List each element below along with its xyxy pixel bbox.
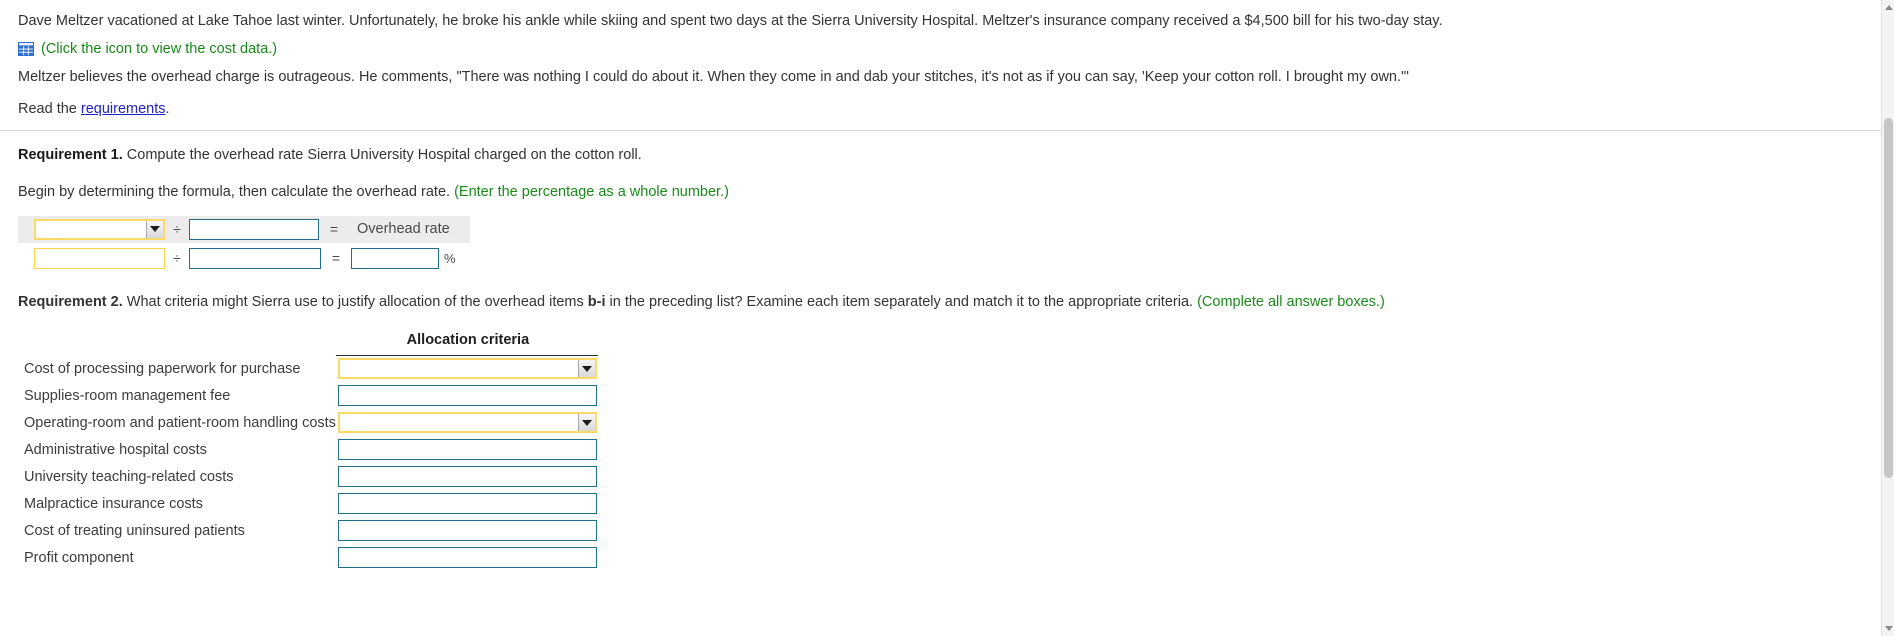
- table-row: Operating-room and patient-room handling…: [18, 409, 598, 436]
- table-row: Administrative hospital costs: [18, 436, 598, 463]
- row-input-cell-1: [336, 382, 598, 409]
- criteria-input-5[interactable]: [337, 493, 597, 515]
- read-suffix-text: .: [165, 100, 170, 117]
- table-row: Cost of processing paperwork for purchas…: [18, 355, 598, 382]
- header-spacer-cell: [18, 328, 336, 355]
- row-label-operating-room-handling-costs: Operating-room and patient-room handling…: [24, 414, 336, 431]
- read-prefix-text: Read the: [18, 100, 81, 117]
- requirement-2-note: (Complete all answer boxes.): [1197, 293, 1385, 310]
- read-requirements-line: Read the requirements.: [18, 98, 1876, 120]
- table-row: Cost of treating uninsured patients: [18, 517, 598, 544]
- formula-row-labels: ÷ = Overhead rate: [18, 215, 470, 243]
- numerator-amount-input[interactable]: [34, 247, 165, 269]
- row-input-cell-4: [336, 463, 598, 490]
- allocation-criteria-column-header: Allocation criteria: [335, 328, 598, 356]
- allocation-table-header-row: Allocation criteria: [18, 328, 598, 356]
- cost-data-link-row[interactable]: (Click the icon to view the cost data.): [18, 41, 1876, 57]
- requirement-2-label: Requirement 2.: [18, 293, 123, 310]
- chevron-down-icon[interactable]: [577, 414, 595, 432]
- criteria-input-4[interactable]: [337, 466, 597, 488]
- instruction-note: (Enter the percentage as a whole number.…: [454, 184, 729, 201]
- numerator-formula-value[interactable]: [36, 220, 146, 238]
- table-row: University teaching-related costs: [18, 463, 598, 490]
- row-label-university-teaching-related-costs: University teaching-related costs: [24, 468, 234, 485]
- denominator-formula-input[interactable]: [189, 218, 319, 240]
- row-label-administrative-hospital-costs: Administrative hospital costs: [24, 441, 207, 458]
- row-label-profit-component: Profit component: [24, 549, 134, 566]
- problem-paragraph-1: Dave Meltzer vacationed at Lake Tahoe la…: [18, 13, 1443, 29]
- row-label-malpractice-insurance-costs: Malpractice insurance costs: [24, 495, 203, 512]
- row-input-cell-5: [336, 490, 598, 517]
- requirement-1-label: Requirement 1.: [18, 147, 123, 164]
- row-label-cost-of-processing-paperwork: Cost of processing paperwork for purchas…: [24, 360, 301, 377]
- table-row: Profit component: [18, 544, 598, 571]
- criteria-dropdown-2[interactable]: [337, 412, 597, 434]
- formula-row-values: ÷ = %: [18, 245, 1876, 272]
- allocation-table-body: Allocation criteria Cost of processing p…: [18, 328, 598, 571]
- row-input-cell-3: [336, 436, 598, 463]
- row-input-cell-2: [336, 409, 598, 436]
- table-row: Malpractice insurance costs: [18, 490, 598, 517]
- equals-symbol-1: =: [329, 221, 339, 238]
- requirements-link[interactable]: requirements: [81, 101, 166, 117]
- overhead-formula-block: ÷ = Overhead rate ÷ = %: [18, 215, 1876, 272]
- scrollbar-thumb[interactable]: [1884, 118, 1893, 478]
- overhead-rate-label: Overhead rate: [357, 221, 450, 238]
- requirement-1-heading: Requirement 1. Compute the overhead rate…: [18, 145, 1876, 167]
- divide-symbol-2: ÷: [173, 250, 181, 267]
- requirement-1-instruction: Begin by determining the formula, then c…: [18, 182, 1876, 204]
- requirement-2-bold-items: b-i: [587, 293, 606, 310]
- row-input-cell-0: [336, 355, 598, 382]
- requirement-2-text-part1: What criteria might Sierra use to justif…: [122, 293, 588, 310]
- criteria-input-3[interactable]: [337, 439, 597, 461]
- numerator-formula-dropdown[interactable]: [34, 218, 165, 240]
- requirement-1-text: Compute the overhead rate Sierra Univers…: [122, 147, 642, 164]
- equals-symbol-2: =: [331, 250, 341, 267]
- row-input-cell-7: [336, 544, 598, 571]
- row-label-supplies-room-management-fee: Supplies-room management fee: [24, 387, 231, 404]
- row-input-cell-6: [336, 517, 598, 544]
- chevron-down-icon[interactable]: [146, 220, 163, 238]
- criteria-input-1[interactable]: [337, 385, 597, 407]
- table-row: Supplies-room management fee: [18, 382, 598, 409]
- criteria-value-0[interactable]: [339, 360, 578, 378]
- row-label-cost-of-treating-uninsured-patients: Cost of treating uninsured patients: [24, 522, 245, 539]
- vertical-scrollbar[interactable]: [1881, 0, 1894, 636]
- table-grid-icon[interactable]: [18, 42, 34, 57]
- chevron-down-icon[interactable]: [577, 360, 595, 378]
- requirement-2-heading: Requirement 2. What criteria might Sierr…: [18, 292, 1876, 314]
- criteria-dropdown-0[interactable]: [337, 358, 597, 380]
- cost-data-link-text[interactable]: (Click the icon to view the cost data.): [41, 41, 277, 57]
- overhead-rate-input[interactable]: [351, 247, 439, 269]
- scroll-down-arrow-icon[interactable]: [1885, 626, 1893, 631]
- requirement-2-text-part2: in the preceding list? Examine each item…: [605, 293, 1198, 310]
- criteria-input-6[interactable]: [337, 520, 597, 542]
- percent-symbol: %: [444, 250, 456, 266]
- requirements-area: Requirement 1. Compute the overhead rate…: [0, 131, 1894, 571]
- instruction-text: Begin by determining the formula, then c…: [18, 184, 455, 201]
- criteria-input-7[interactable]: [337, 547, 597, 569]
- scroll-up-arrow-icon[interactable]: [1885, 5, 1893, 10]
- criteria-value-2[interactable]: [339, 414, 578, 432]
- problem-statement-block: Dave Meltzer vacationed at Lake Tahoe la…: [0, 0, 1894, 132]
- divide-symbol-1: ÷: [173, 221, 181, 238]
- denominator-amount-input[interactable]: [189, 247, 321, 269]
- allocation-criteria-table: Allocation criteria Cost of processing p…: [18, 328, 598, 571]
- problem-paragraph-2: Meltzer believes the overhead charge is …: [18, 69, 1409, 86]
